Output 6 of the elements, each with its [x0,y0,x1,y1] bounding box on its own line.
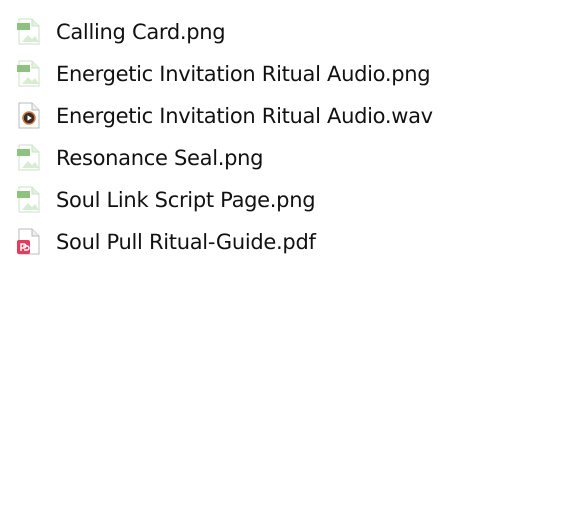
file-name[interactable]: Soul Pull Ritual-Guide.pdf [56,230,316,254]
file-name[interactable]: Calling Card.png [56,20,226,44]
file-name[interactable]: Energetic Invitation Ritual Audio.png [56,62,430,86]
file-name[interactable]: Soul Link Script Page.png [56,188,316,212]
file-name[interactable]: Energetic Invitation Ritual Audio.wav [56,104,433,128]
file-name[interactable]: Resonance Seal.png [56,146,264,170]
